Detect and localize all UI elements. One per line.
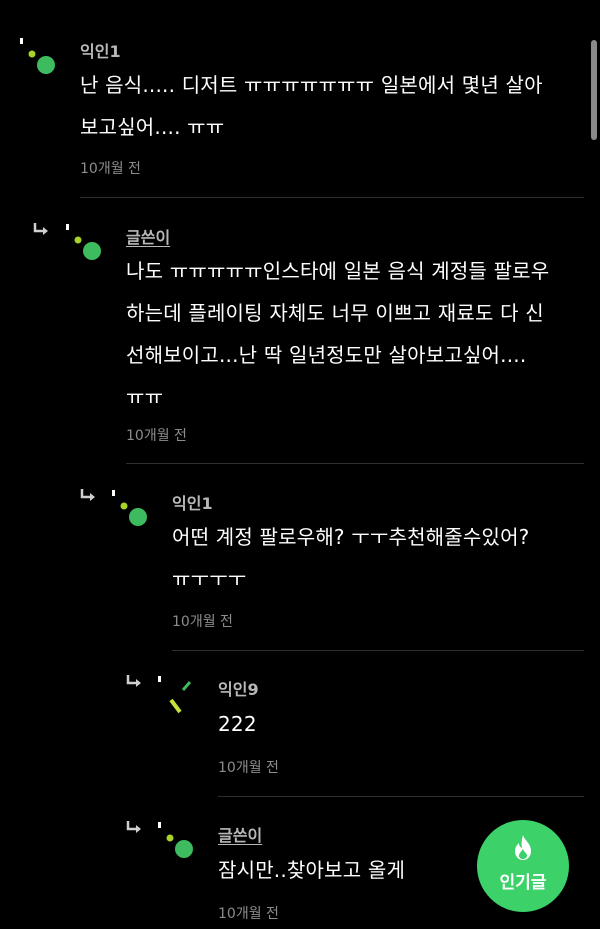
comment-line: 보고싶어.... ㅠㅠ	[80, 115, 225, 139]
comment-text: 난 음식..... 디저트 ㅠㅠㅠㅠㅠㅠㅠ 일본에서 몇년 살아 보고싶어...…	[80, 64, 590, 148]
reply-arrow-icon	[33, 223, 48, 235]
scrollbar[interactable]	[591, 40, 597, 140]
comment-line: 난 음식..... 디저트 ㅠㅠㅠㅠㅠㅠㅠ 일본에서 몇년 살아	[80, 73, 543, 97]
comment-line: 222	[218, 712, 257, 736]
comment-time: 10개월 전	[218, 760, 279, 776]
avatar-icon[interactable]	[16, 36, 56, 80]
comment-author[interactable]: 익인1	[172, 490, 213, 514]
comment-line: 하는데 플레이팅 자체도 너무 이쁘고 재료도 다 신	[126, 301, 544, 325]
reply-arrow-icon	[126, 675, 141, 687]
divider	[80, 197, 584, 198]
popular-posts-button[interactable]: 인기글	[477, 820, 569, 912]
comment-time: 10개월 전	[126, 428, 187, 444]
comment-text: 222	[218, 703, 588, 745]
avatar-icon[interactable]	[108, 488, 148, 532]
comment-author[interactable]: 익인1	[80, 38, 121, 62]
comment-time: 10개월 전	[218, 906, 279, 922]
comment-author[interactable]: 익인9	[218, 676, 259, 700]
comment-time: 10개월 전	[80, 161, 141, 177]
divider	[218, 796, 584, 797]
comment-line: ㅠㅜㅜㅜ	[172, 567, 247, 591]
avatar-icon[interactable]	[62, 222, 102, 266]
popular-posts-label: 인기글	[499, 873, 547, 893]
divider	[126, 463, 584, 464]
avatar-icon[interactable]	[154, 674, 194, 718]
fire-icon	[515, 835, 531, 860]
comment-line: 어떤 계정 팔로우해? ㅜㅜ추천해줄수있어?	[172, 525, 530, 549]
comment-line: 선해보이고...난 딱 일년정도만 살아보고싶어....	[126, 343, 527, 367]
comment-author[interactable]: 글쓴이	[218, 822, 262, 846]
avatar-icon[interactable]	[154, 820, 194, 864]
comment-text: 어떤 계정 팔로우해? ㅜㅜ추천해줄수있어? ㅠㅜㅜㅜ	[172, 516, 592, 600]
comment-line: 잠시만..찾아보고 올게	[218, 858, 406, 882]
comment-time: 10개월 전	[172, 614, 233, 630]
comment-text: 나도 ㅠㅠㅠㅠㅠ인스타에 일본 음식 계정들 팔로우 하는데 플레이팅 자체도 …	[126, 250, 591, 418]
comment-author[interactable]: 글쓴이	[126, 224, 170, 248]
divider	[172, 650, 584, 651]
reply-arrow-icon	[126, 821, 141, 833]
reply-arrow-icon	[80, 489, 95, 501]
comment-line: 나도 ㅠㅠㅠㅠㅠ인스타에 일본 음식 계정들 팔로우	[126, 259, 550, 283]
comment-line: ㅠㅠ	[126, 385, 164, 409]
comment-text: 잠시만..찾아보고 올게	[218, 849, 468, 891]
